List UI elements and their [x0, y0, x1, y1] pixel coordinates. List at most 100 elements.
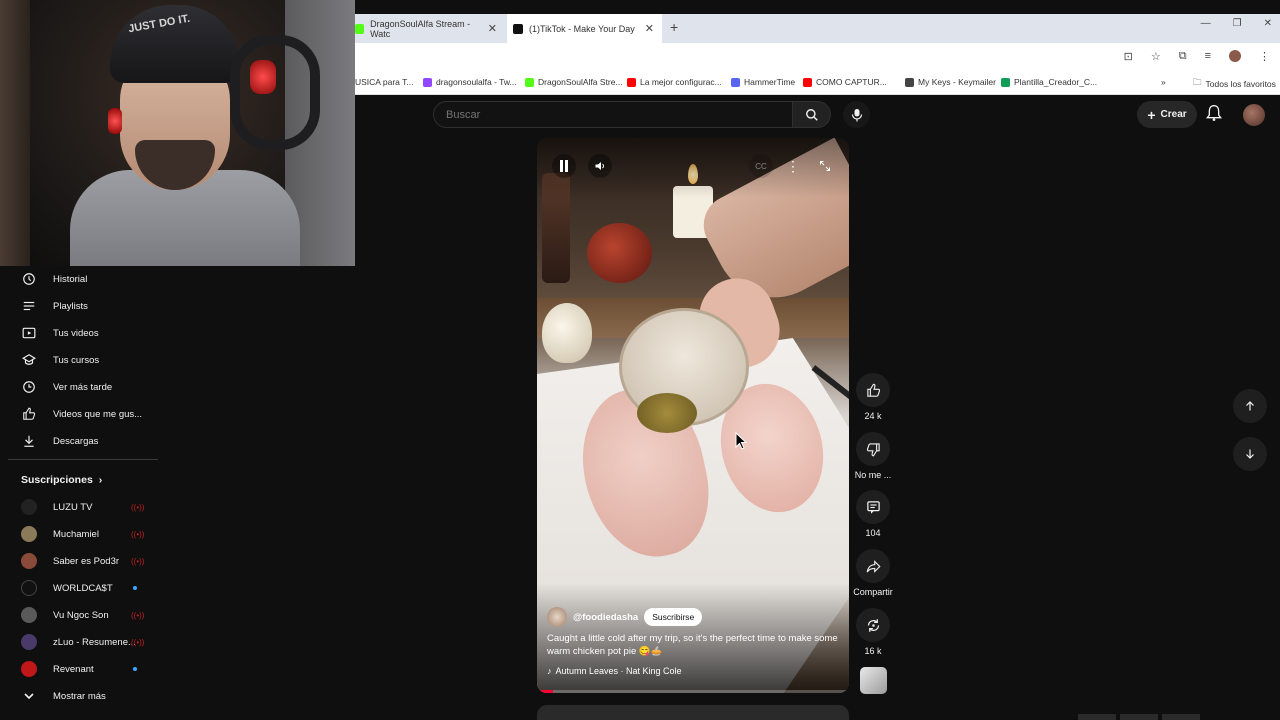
captions-button[interactable]: CC — [749, 154, 773, 178]
bookmark-label: My Keys - Keymailer — [918, 77, 996, 87]
video-scene-teapot — [587, 223, 652, 283]
search-button[interactable] — [793, 101, 831, 128]
remix-count: 16 k — [864, 646, 882, 656]
bell-icon — [1206, 104, 1222, 121]
comments-button[interactable]: 104 — [852, 490, 894, 538]
webcam-headset — [230, 35, 320, 150]
minimize-icon[interactable]: — — [1201, 18, 1211, 29]
webcam-headset-led — [250, 60, 276, 94]
sidebar-item-courses[interactable]: Tus cursos — [0, 347, 160, 373]
short-music[interactable]: ♪ Autumn Leaves · Nat King Cole — [547, 666, 682, 676]
channel-name[interactable]: @foodiedasha — [573, 612, 638, 623]
bookmarks-overflow-label: » — [1161, 77, 1166, 87]
youtube-favicon-icon — [803, 77, 812, 87]
install-app-icon[interactable]: ⊡ — [1124, 50, 1133, 63]
bookmark-item[interactable]: COMO CAPTUR... — [803, 77, 887, 87]
close-window-icon[interactable]: ✕ — [1264, 18, 1272, 29]
short-video-player[interactable]: CC ⋮ @foodiedasha Suscribirse Caught a l… — [537, 138, 849, 693]
sidebar-item-downloads[interactable]: Descargas — [0, 428, 160, 454]
previous-short-button[interactable] — [1233, 389, 1267, 423]
bookmarks-overflow-button[interactable]: » — [1161, 77, 1166, 87]
sidebar-item-history[interactable]: Historial — [0, 266, 160, 292]
restore-icon[interactable]: ❐ — [1233, 18, 1242, 29]
browser-tab-title: DragonSoulAlfa Stream - Watc — [370, 18, 471, 39]
sidebar-item-liked-videos[interactable]: Videos que me gus... — [0, 401, 160, 427]
music-note-icon: ♪ — [547, 666, 552, 676]
subscription-item[interactable]: LUZU TV ((•)) — [0, 494, 160, 520]
create-button[interactable]: + Crear — [1137, 101, 1197, 128]
sidebar-item-watch-later[interactable]: Ver más tarde — [0, 374, 160, 400]
extensions-icon[interactable]: ⧉ — [1179, 50, 1187, 63]
more-options-button[interactable]: ⋮ — [781, 154, 805, 178]
new-content-dot — [133, 586, 137, 590]
voice-search-button[interactable] — [843, 101, 870, 128]
bookmark-label: HammerTime — [744, 77, 796, 87]
bookmark-item[interactable]: HammerTime — [731, 77, 795, 87]
taskbar-item — [1120, 714, 1158, 720]
share-button[interactable]: Compartir — [851, 549, 895, 597]
browser-tab-1[interactable]: DragonSoulAlfa Stream - Watc ✕ — [355, 14, 505, 43]
browser-menu-icon[interactable]: ⋮ — [1259, 50, 1270, 63]
youtube-favicon-icon — [627, 77, 636, 87]
folder-icon: 🗀 — [1193, 77, 1202, 87]
bookmark-item[interactable]: DragonSoulAlfa Stre... — [525, 77, 623, 87]
media-control-icon[interactable]: ≡ — [1205, 50, 1211, 63]
subscription-item[interactable]: Saber es Pod3r ((•)) — [0, 548, 160, 574]
like-button[interactable]: 24 k — [852, 373, 894, 421]
sidebar-item-your-videos[interactable]: Tus videos — [0, 320, 160, 346]
sidebar-item-label: Videos que me gus... — [53, 408, 143, 420]
sound-thumbnail[interactable] — [860, 667, 887, 694]
subscription-item[interactable]: Vu Ngoc Son ((•)) — [0, 602, 160, 628]
subscription-label: zLuo - Resumene... — [53, 636, 136, 648]
subscription-item[interactable]: WORLDCA$T — [0, 575, 160, 601]
fullscreen-button[interactable] — [813, 154, 837, 178]
share-icon — [866, 559, 881, 573]
tiktok-favicon-icon — [513, 23, 523, 34]
search-icon — [805, 108, 818, 121]
share-label: Compartir — [853, 587, 893, 597]
thumbs-down-icon — [866, 442, 880, 456]
download-icon — [21, 433, 37, 449]
dislike-button[interactable]: No me ... — [852, 432, 894, 480]
arrow-up-icon — [1246, 401, 1254, 411]
sidebar-item-playlists[interactable]: Playlists — [0, 293, 160, 319]
notifications-button[interactable] — [1206, 104, 1222, 127]
subscription-item[interactable]: zLuo - Resumene... ((•)) — [0, 629, 160, 655]
show-more-button[interactable]: Mostrar más — [0, 683, 160, 709]
browser-tab-2[interactable]: (1)TikTok - Make Your Day ✕ — [507, 14, 662, 43]
video-scene-garlic — [542, 303, 592, 363]
short-caption[interactable]: Caught a little cold after my trip, so i… — [547, 632, 842, 658]
bookmark-item[interactable]: Plantilla_Creador_C... — [1001, 77, 1097, 87]
webcam-overlay: JUST DO IT. — [0, 0, 355, 266]
subscriptions-heading[interactable]: Suscripciones › — [21, 474, 102, 486]
bookmark-star-icon[interactable]: ☆ — [1151, 50, 1161, 63]
close-tab-icon[interactable]: ✕ — [645, 22, 654, 35]
live-icon: ((•)) — [131, 637, 145, 647]
subscription-item[interactable]: Revenant — [0, 656, 160, 682]
close-tab-icon[interactable]: ✕ — [488, 22, 497, 35]
live-icon: ((•)) — [131, 529, 145, 539]
taskbar-fragment — [1078, 714, 1200, 720]
keymailer-favicon-icon — [905, 77, 914, 87]
next-short-button[interactable] — [1233, 437, 1267, 471]
channel-avatar[interactable] — [547, 607, 567, 627]
new-tab-button[interactable]: + — [670, 19, 678, 35]
new-content-dot — [133, 667, 137, 671]
video-progress-bar[interactable] — [537, 690, 849, 693]
remix-button[interactable]: 16 k — [852, 608, 894, 656]
all-bookmarks-folder[interactable]: 🗀 Todos los favoritos — [1193, 77, 1276, 91]
pause-button[interactable] — [552, 154, 576, 178]
all-bookmarks-label: Todos los favoritos — [1205, 79, 1276, 89]
bookmark-item[interactable]: My Keys - Keymailer — [905, 77, 996, 87]
profile-avatar-icon[interactable] — [1229, 50, 1241, 62]
bookmark-item[interactable]: La mejor configurac... — [627, 77, 722, 87]
subscription-label: Saber es Pod3r — [53, 555, 120, 567]
subscribe-button[interactable]: Suscribirse — [644, 608, 703, 626]
search-input[interactable] — [446, 108, 776, 121]
account-avatar[interactable] — [1243, 104, 1265, 126]
thumbs-up-icon — [866, 383, 880, 397]
volume-button[interactable] — [588, 154, 612, 178]
subscription-item[interactable]: Muchamiel ((•)) — [0, 521, 160, 547]
bookmark-item[interactable]: USICA para T... — [355, 77, 413, 87]
bookmark-item[interactable]: dragonsoulalfa - Tw... — [423, 77, 517, 87]
